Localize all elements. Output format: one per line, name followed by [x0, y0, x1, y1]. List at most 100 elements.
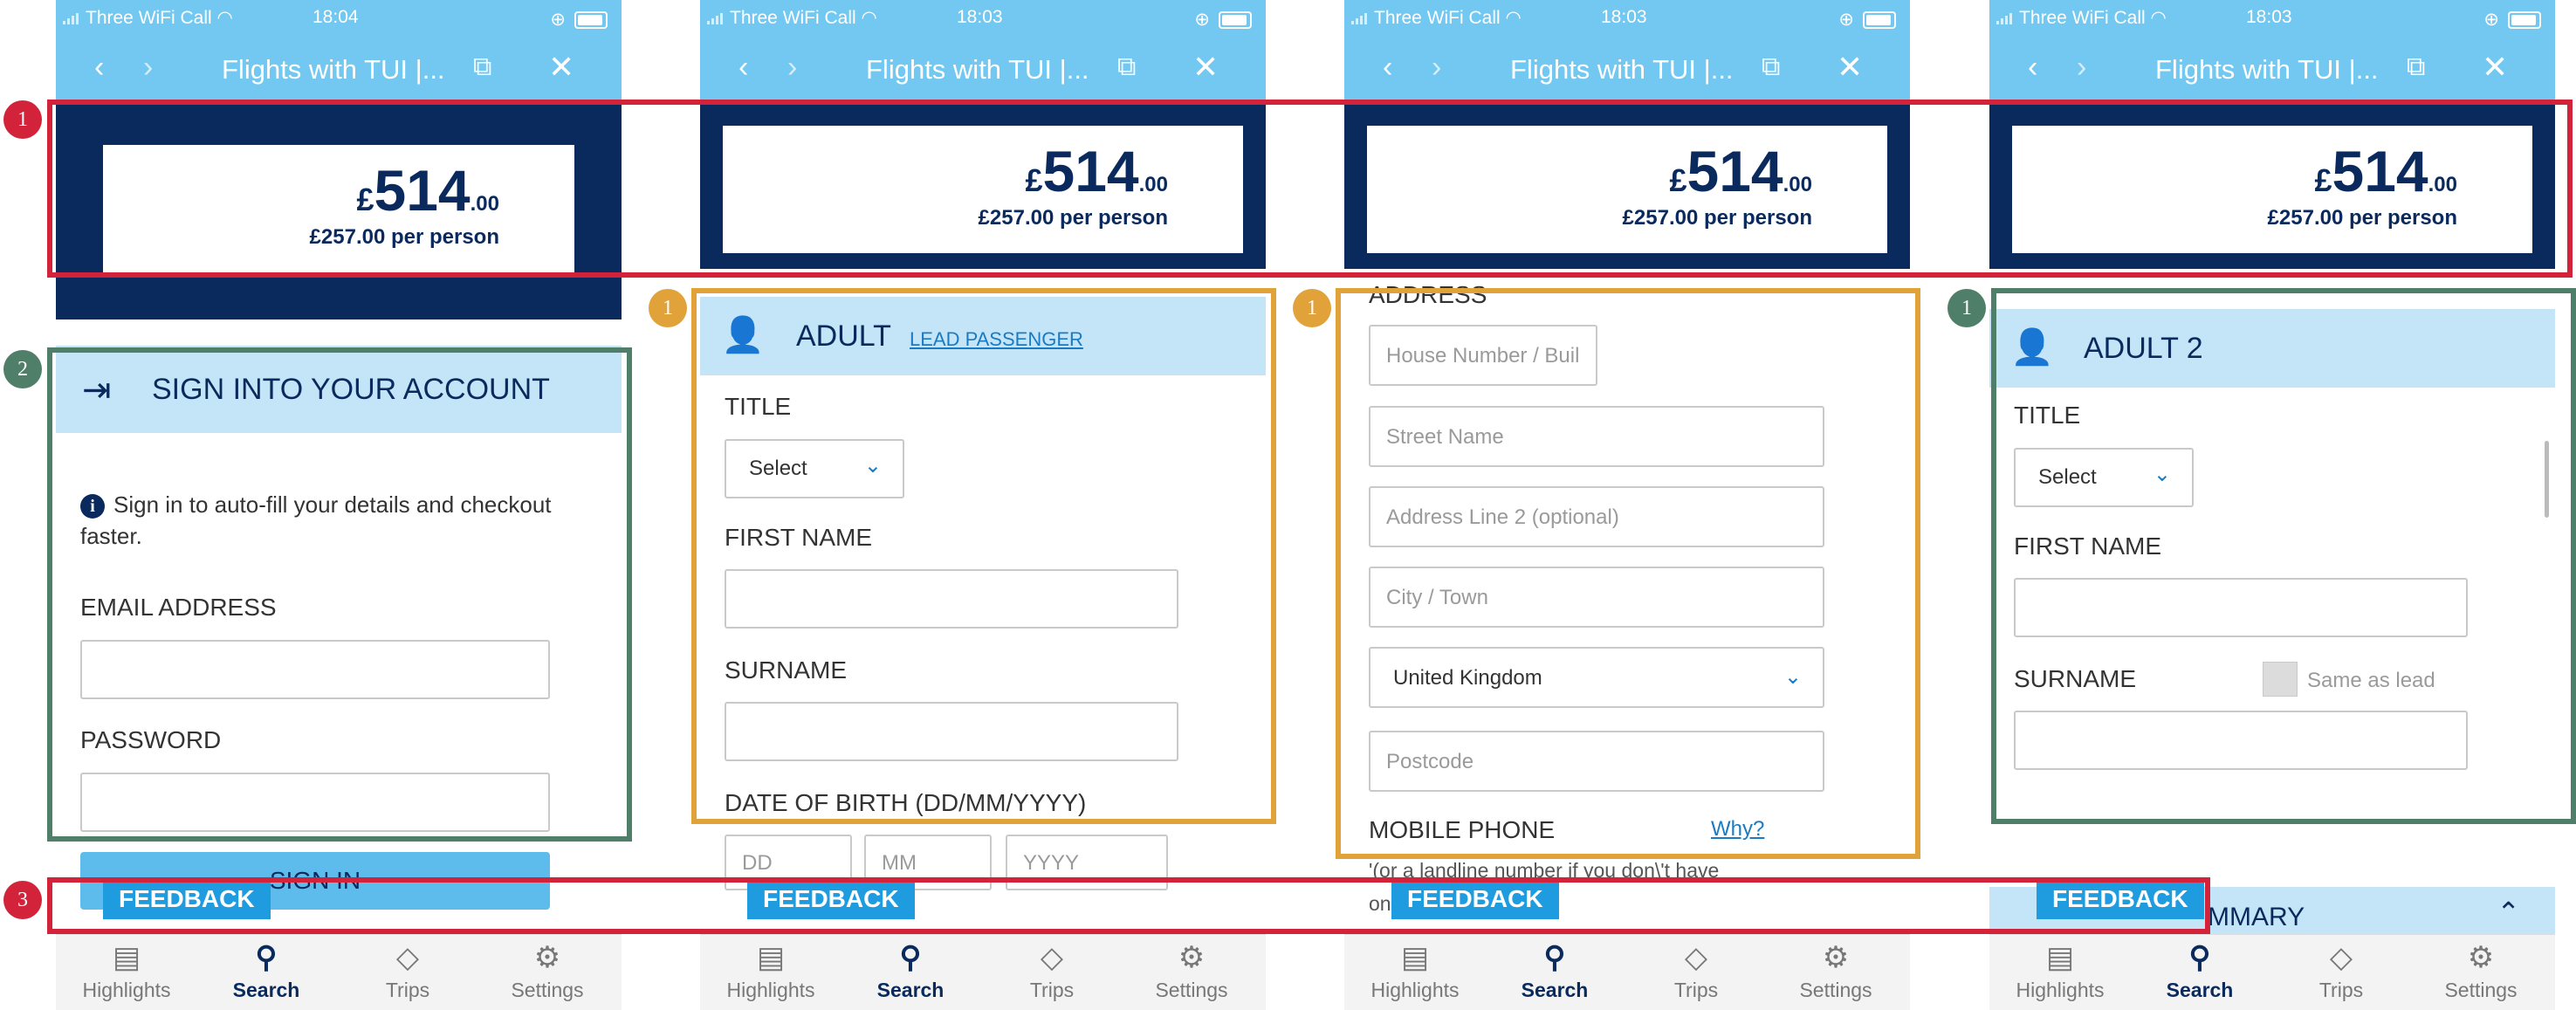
browser-title: Flights with TUI |...: [866, 54, 1089, 85]
tab-trips-label: Trips: [385, 979, 430, 1001]
tab-search-label: Search: [876, 979, 945, 1001]
tab-settings[interactable]: ⚙ Settings: [1779, 940, 1893, 1002]
browser-nav-bar: ‹ › Flights with TUI |... ⧉ ✕: [1344, 37, 1910, 101]
browser-nav-bar: ‹ › Flights with TUI |... ⧉ ✕: [1989, 37, 2555, 101]
tag-icon: ◇: [1040, 941, 1064, 974]
annotation-badge-adult2: 1: [1947, 289, 1986, 327]
tab-settings-label: Settings: [511, 979, 584, 1001]
external-link-icon[interactable]: ⧉: [2407, 52, 2425, 82]
gear-icon: ⚙: [1822, 941, 1850, 974]
chevron-right-icon[interactable]: ›: [787, 52, 797, 82]
battery-icon: [1219, 11, 1252, 30]
dob-month-placeholder: MM: [882, 851, 917, 875]
annotation-badge-adult: 1: [649, 289, 687, 327]
external-link-icon[interactable]: ⧉: [473, 52, 491, 82]
tab-search[interactable]: ⚲ Search: [210, 940, 323, 1002]
search-icon: ⚲: [1543, 941, 1566, 974]
tab-search-label: Search: [2166, 979, 2234, 1001]
tab-trips-label: Trips: [1029, 979, 1075, 1001]
annotation-badge-1: 1: [3, 100, 42, 139]
tab-bar: ▤ Highlights ⚲ Search ◇ Trips ⚙ Settings: [1344, 934, 1910, 1010]
orientation-lock-icon: ⊕: [1838, 10, 1854, 30]
orientation-lock-icon: ⊕: [2483, 10, 2499, 30]
annotation-box-signin: [47, 347, 632, 842]
wifi-icon: ◠: [861, 8, 877, 28]
tag-icon: ◇: [395, 941, 420, 974]
tab-highlights[interactable]: ▤ Highlights: [1358, 940, 1472, 1002]
chevron-left-icon[interactable]: ‹: [2028, 52, 2037, 82]
tab-highlights-label: Highlights: [2016, 979, 2105, 1001]
tab-trips-label: Trips: [2318, 979, 2364, 1001]
close-icon[interactable]: ✕: [1192, 52, 1219, 83]
tab-bar: ▤ Highlights ⚲ Search ◇ Trips ⚙ Settings: [56, 934, 622, 1010]
search-icon: ⚲: [2188, 941, 2211, 974]
battery-icon: [574, 11, 608, 30]
summary-title-partial: MMARY: [2208, 903, 2305, 931]
status-bar: Three WiFi Call ◠ 18:04 ⊕: [56, 0, 622, 37]
signal-icon: [63, 12, 80, 24]
browser-nav-bar: ‹ › Flights with TUI |... ⧉ ✕: [56, 37, 622, 101]
annotation-box-price: [47, 100, 2573, 278]
orientation-lock-icon: ⊕: [1194, 10, 1210, 30]
tab-settings-label: Settings: [1799, 979, 1872, 1001]
tab-trips[interactable]: ◇ Trips: [2284, 940, 2398, 1002]
tab-settings[interactable]: ⚙ Settings: [491, 940, 604, 1002]
tab-search[interactable]: ⚲ Search: [2143, 940, 2257, 1002]
status-time: 18:04: [313, 7, 359, 27]
status-bar: Three WiFi Call ◠ 18:03 ⊕: [700, 0, 1266, 37]
tab-trips[interactable]: ◇ Trips: [351, 940, 464, 1002]
battery-icon: [2508, 11, 2541, 30]
tab-settings[interactable]: ⚙ Settings: [2424, 940, 2538, 1002]
chevron-left-icon[interactable]: ‹: [94, 52, 104, 82]
newspaper-icon: ▤: [112, 941, 141, 974]
newspaper-icon: ▤: [1400, 941, 1430, 974]
tab-settings-label: Settings: [2444, 979, 2518, 1001]
annotation-badge-3: 3: [3, 881, 42, 919]
close-icon[interactable]: ✕: [2482, 52, 2508, 83]
chevron-right-icon[interactable]: ›: [143, 52, 153, 82]
signal-icon: [1351, 12, 1369, 24]
newspaper-icon: ▤: [756, 941, 786, 974]
tab-highlights-label: Highlights: [82, 979, 171, 1001]
browser-title: Flights with TUI |...: [2155, 54, 2379, 85]
tab-highlights[interactable]: ▤ Highlights: [2003, 940, 2117, 1002]
dob-day-placeholder: DD: [742, 851, 773, 875]
chevron-right-icon[interactable]: ›: [2077, 52, 2086, 82]
annotation-badge-2: 2: [3, 350, 42, 388]
tab-highlights[interactable]: ▤ Highlights: [714, 940, 828, 1002]
tab-bar: ▤ Highlights ⚲ Search ◇ Trips ⚙ Settings: [700, 934, 1266, 1010]
tab-trips[interactable]: ◇ Trips: [995, 940, 1109, 1002]
tab-search[interactable]: ⚲ Search: [1498, 940, 1611, 1002]
carrier-name: Three WiFi Call: [86, 8, 212, 28]
orientation-lock-icon: ⊕: [550, 10, 566, 30]
tag-icon: ◇: [2329, 941, 2353, 974]
tab-highlights-label: Highlights: [726, 979, 815, 1001]
tab-trips[interactable]: ◇ Trips: [1639, 940, 1753, 1002]
carrier-name: Three WiFi Call: [730, 8, 856, 28]
chevron-right-icon[interactable]: ›: [1432, 52, 1441, 82]
search-icon: ⚲: [899, 941, 922, 974]
chevron-up-icon: ⌃: [2497, 897, 2520, 928]
external-link-icon[interactable]: ⧉: [1117, 52, 1136, 82]
signal-icon: [707, 12, 725, 24]
tab-highlights-label: Highlights: [1370, 979, 1460, 1001]
search-icon: ⚲: [255, 941, 278, 974]
tab-search[interactable]: ⚲ Search: [854, 940, 967, 1002]
annotation-badge-address: 1: [1293, 289, 1331, 327]
battery-icon: [1863, 11, 1896, 30]
annotation-box-adult: [691, 288, 1276, 824]
browser-title: Flights with TUI |...: [1510, 54, 1734, 85]
status-time: 18:03: [2246, 7, 2292, 27]
wifi-icon: ◠: [2150, 8, 2167, 28]
status-time: 18:03: [957, 7, 1003, 27]
close-icon[interactable]: ✕: [1837, 52, 1863, 83]
close-icon[interactable]: ✕: [548, 52, 574, 83]
external-link-icon[interactable]: ⧉: [1762, 52, 1780, 82]
chevron-left-icon[interactable]: ‹: [738, 52, 748, 82]
browser-title: Flights with TUI |...: [222, 54, 445, 85]
chevron-left-icon[interactable]: ‹: [1383, 52, 1392, 82]
annotation-box-feedback: [47, 877, 2210, 934]
tab-highlights[interactable]: ▤ Highlights: [70, 940, 183, 1002]
tab-search-label: Search: [232, 979, 300, 1001]
tab-settings[interactable]: ⚙ Settings: [1135, 940, 1248, 1002]
